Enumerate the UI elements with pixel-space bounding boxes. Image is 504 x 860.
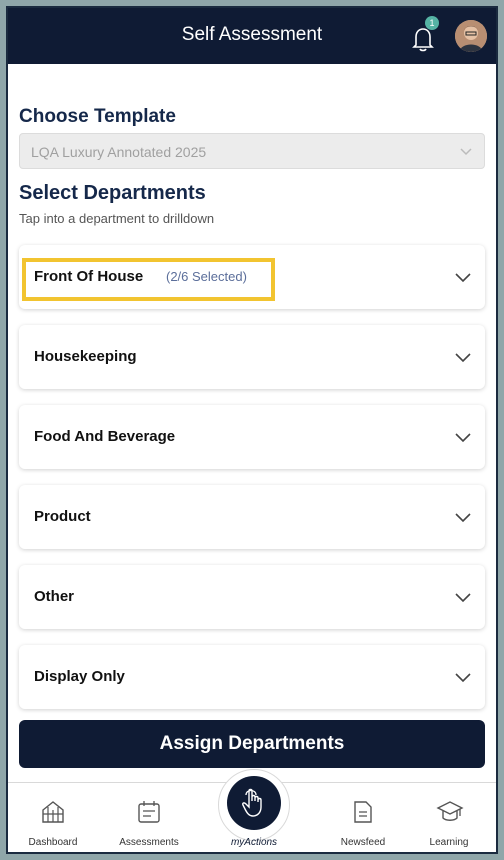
drilldown-hint: Tap into a department to drilldown bbox=[19, 211, 215, 226]
graduation-cap-icon bbox=[436, 801, 464, 821]
nav-learning[interactable]: Learning bbox=[404, 783, 494, 852]
myactions-button[interactable] bbox=[227, 776, 281, 830]
chevron-down-icon bbox=[455, 593, 471, 603]
nav-newsfeed[interactable]: Newsfeed bbox=[318, 783, 408, 852]
department-label: Housekeeping bbox=[34, 348, 137, 365]
chevron-down-icon bbox=[455, 353, 471, 363]
template-select[interactable]: LQA Luxury Annotated 2025 bbox=[19, 133, 485, 169]
selected-count: (2/6 Selected) bbox=[166, 269, 247, 284]
assign-departments-button[interactable]: Assign Departments bbox=[19, 720, 485, 768]
choose-template-heading: Choose Template bbox=[19, 106, 176, 127]
department-card-other[interactable]: Other bbox=[19, 565, 485, 629]
select-departments-heading: Select Departments bbox=[19, 182, 206, 204]
avatar[interactable] bbox=[455, 20, 487, 52]
chevron-down-icon bbox=[455, 673, 471, 683]
top-bar: Self Assessment 1 bbox=[8, 8, 496, 64]
department-label: Product bbox=[34, 508, 91, 525]
chevron-down-icon bbox=[455, 273, 471, 283]
chevron-down-icon bbox=[460, 148, 472, 156]
nav-label: Dashboard bbox=[28, 837, 78, 848]
department-label: Front Of House bbox=[34, 268, 144, 285]
nav-label: Learning bbox=[429, 837, 469, 848]
document-icon bbox=[354, 801, 372, 823]
department-card-housekeeping[interactable]: Housekeeping bbox=[19, 325, 485, 389]
department-card-front-of-house[interactable]: Front Of House (2/6 Selected) bbox=[19, 245, 485, 309]
chevron-down-icon bbox=[455, 513, 471, 523]
app-frame: Self Assessment 1 Choose Template LQA Lu… bbox=[6, 6, 498, 854]
nav-label: Newsfeed bbox=[340, 837, 386, 848]
department-label: Display Only bbox=[34, 668, 125, 685]
department-label: Food And Beverage bbox=[34, 428, 176, 445]
department-label: Other bbox=[34, 588, 75, 605]
nav-label-myactions: myActions bbox=[230, 837, 278, 848]
template-select-value: LQA Luxury Annotated 2025 bbox=[31, 144, 207, 160]
bottom-nav: Dashboard Assessments myActions Newsfeed bbox=[8, 769, 496, 852]
notification-badge: 1 bbox=[425, 16, 439, 30]
nav-dashboard[interactable]: Dashboard bbox=[8, 783, 98, 852]
nav-label: Assessments bbox=[119, 837, 179, 848]
department-card-display-only[interactable]: Display Only bbox=[19, 645, 485, 709]
calendar-icon bbox=[138, 801, 160, 823]
dashboard-icon bbox=[42, 801, 64, 823]
chevron-down-icon bbox=[455, 433, 471, 443]
nav-assessments[interactable]: Assessments bbox=[104, 783, 194, 852]
tap-hand-icon bbox=[242, 788, 262, 817]
department-card-food-and-beverage[interactable]: Food And Beverage bbox=[19, 405, 485, 469]
department-card-product[interactable]: Product bbox=[19, 485, 485, 549]
